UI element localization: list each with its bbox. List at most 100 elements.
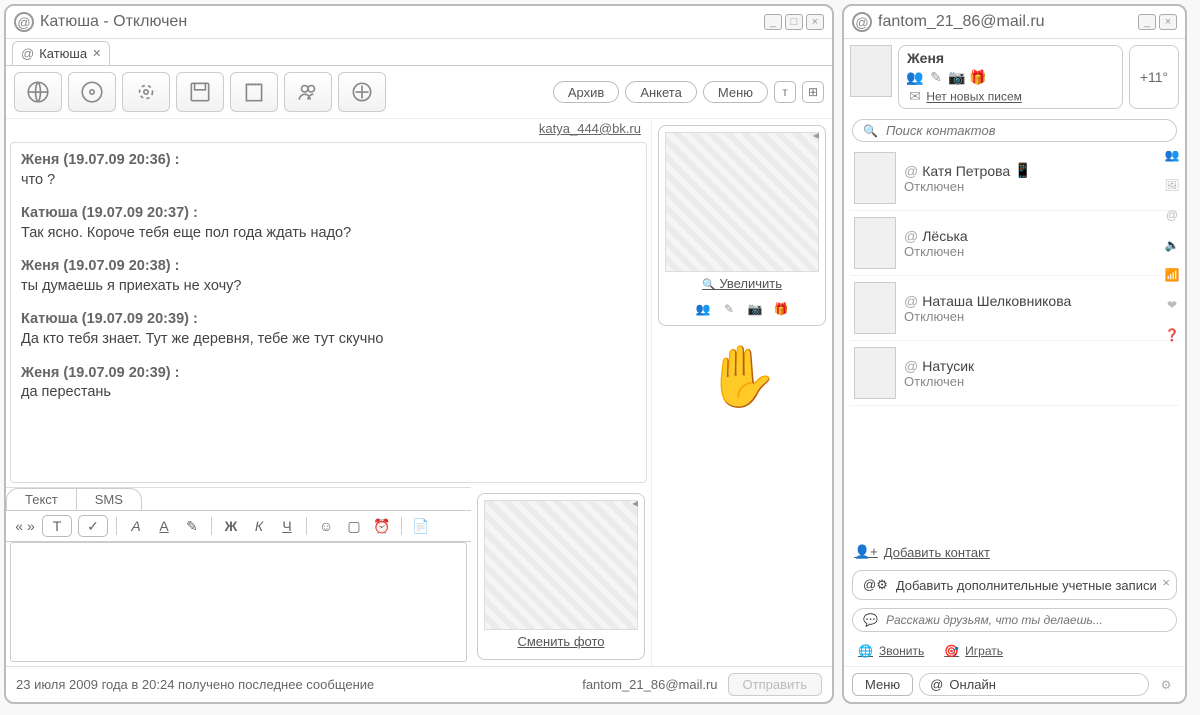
spellcheck-button[interactable]: ✓ (78, 515, 108, 537)
at-icon: @ (904, 163, 918, 179)
my-avatar-card: ◂ Сменить фото (477, 493, 645, 660)
decoration-hand-icon: ✋ (658, 336, 826, 416)
minimize-button[interactable]: _ (1138, 14, 1156, 30)
chat-titlebar: @ Катюша - Отключен _ □ × (6, 6, 832, 39)
enlarge-link[interactable]: 🔍 Увеличить (665, 272, 819, 295)
profile-row: Женя 👥 ✎ 📷 🎁 ✉ Нет новых писем +11° (844, 39, 1185, 115)
send-button[interactable]: Отправить (728, 673, 822, 696)
compose-tab-sms[interactable]: SMS (76, 488, 142, 510)
action-people-icon[interactable]: 👥 (693, 299, 713, 319)
side-photo-icon[interactable]: 🖼 (1163, 176, 1179, 194)
grid-button[interactable]: ⊞ (802, 81, 824, 103)
side-rss-icon[interactable]: 📶 (1163, 266, 1179, 284)
weather-box[interactable]: +11° (1129, 45, 1179, 109)
close-button[interactable]: × (1159, 14, 1177, 30)
contact-item[interactable]: @Лёська Отключен (850, 211, 1179, 276)
profile-button[interactable]: Анкета (625, 81, 697, 103)
action-row: 🌐Звонить 🎯Играть (844, 636, 1185, 666)
contact-name: Натусик (922, 358, 974, 374)
toolbar-globe-button[interactable] (14, 72, 62, 112)
toolbar-notes-button[interactable] (230, 72, 278, 112)
action-gift-icon[interactable]: 🎁 (771, 299, 791, 319)
chat-log[interactable]: Женя (19.07.09 20:36) :что ? Катюша (19.… (10, 142, 647, 483)
toolbar-save-button[interactable] (176, 72, 224, 112)
close-tab-icon[interactable]: ✕ (92, 47, 101, 60)
add-account-box[interactable]: @⚙ Добавить дополнительные учетные запис… (852, 570, 1177, 600)
note-icon[interactable]: 📄 (410, 515, 432, 537)
side-heart-icon[interactable]: ❤ (1163, 296, 1179, 314)
profile-avatar[interactable] (850, 45, 892, 97)
side-at-icon[interactable]: @ (1163, 206, 1179, 224)
call-link[interactable]: 🌐Звонить (858, 644, 924, 658)
gift-icon[interactable]: 🎁 (970, 69, 986, 85)
menu-button[interactable]: Меню (703, 81, 768, 103)
emoji-button[interactable]: ☺ (315, 515, 337, 537)
list-titlebar: @ fantom_21_86@mail.ru _ × (844, 6, 1185, 39)
chat-status-bar: 23 июля 2009 года в 20:24 получено после… (6, 666, 832, 702)
presence-dropdown[interactable]: @ Онлайн (919, 673, 1149, 696)
presence-label: Онлайн (949, 677, 996, 692)
edit-icon[interactable]: ✎ (928, 69, 944, 85)
msg-header: Женя (19.07.09 20:38) : (21, 257, 636, 277)
collapse-icon[interactable]: ◂ (632, 496, 638, 510)
change-photo-link[interactable]: Сменить фото (484, 630, 638, 653)
list-menu-button[interactable]: Меню (852, 673, 913, 696)
contact-side-panel: ◂ 🔍 Увеличить 👥 ✎ 📷 🎁 ✋ (652, 119, 832, 666)
action-camera-icon[interactable]: 📷 (745, 299, 765, 319)
settings-button[interactable]: ⚙ (1155, 674, 1177, 696)
toolbar-target-button[interactable] (122, 72, 170, 112)
status-input[interactable] (886, 613, 1166, 627)
contact-name: Лёська (922, 228, 968, 244)
collapse-icon[interactable]: ◂ (813, 128, 819, 142)
italic-button[interactable]: К (248, 515, 270, 537)
archive-button[interactable]: Архив (553, 81, 619, 103)
msg-header: Женя (19.07.09 20:39) : (21, 364, 636, 384)
close-icon[interactable]: × (1162, 575, 1170, 590)
pencil-icon[interactable]: ✎ (181, 515, 203, 537)
play-link[interactable]: 🎯Играть (944, 644, 1003, 658)
speech-icon: 💬 (863, 613, 878, 627)
add-account-label: Добавить дополнительные учетные записи (896, 578, 1157, 593)
add-contact-link[interactable]: 👤+ Добавить контакт (854, 544, 1175, 560)
contact-item[interactable]: @Наташа Шелковникова Отключен (850, 276, 1179, 341)
contact-item[interactable]: @Натусик Отключен (850, 341, 1179, 406)
underline-button[interactable]: Ч (276, 515, 298, 537)
contact-name: Катя Петрова (922, 163, 1010, 179)
contact-search[interactable]: 🔍 (852, 119, 1177, 142)
search-input[interactable] (886, 123, 1166, 138)
text-mode-button[interactable]: T (42, 515, 72, 537)
action-edit-icon[interactable]: ✎ (719, 299, 739, 319)
side-people-icon[interactable]: 👥 (1163, 146, 1179, 164)
clock-icon[interactable]: ⏰ (371, 515, 393, 537)
separator (306, 517, 307, 535)
camera-icon[interactable]: 📷 (949, 69, 965, 85)
contact-status: Отключен (904, 309, 1175, 324)
chat-tab[interactable]: @ Катюша ✕ (12, 41, 110, 65)
maximize-button[interactable]: □ (785, 14, 803, 30)
people-icon[interactable]: 👥 (907, 69, 923, 85)
mail-link[interactable]: Нет новых писем (926, 90, 1022, 104)
bold-button[interactable]: Ж (220, 515, 242, 537)
toolbar-gift-button[interactable] (338, 72, 386, 112)
mute-button[interactable]: т (774, 81, 796, 103)
side-help-icon[interactable]: ❓ (1163, 326, 1179, 344)
contact-email[interactable]: katya_444@bk.ru (539, 121, 641, 136)
toolbar-people-button[interactable] (284, 72, 332, 112)
message-input[interactable] (10, 542, 467, 662)
quote-button[interactable]: « » (14, 515, 36, 537)
compose-tab-text[interactable]: Текст (6, 488, 77, 510)
color-button[interactable]: A (153, 515, 175, 537)
close-button[interactable]: × (806, 14, 824, 30)
tv-icon[interactable]: ▢ (343, 515, 365, 537)
contact-item[interactable]: @Катя Петрова 📱 Отключен (850, 146, 1179, 211)
side-sound-icon[interactable]: 🔈 (1163, 236, 1179, 254)
font-button[interactable]: A (125, 515, 147, 537)
play-icon: 🎯 (944, 644, 959, 658)
msg-body: Да кто тебя знает. Тут же деревня, тебе … (21, 330, 636, 350)
minimize-button[interactable]: _ (764, 14, 782, 30)
status-input-box[interactable]: 💬 (852, 608, 1177, 632)
contacts-list[interactable]: @Катя Петрова 📱 Отключен @Лёська Отключе… (850, 146, 1179, 538)
contact-avatar (854, 282, 896, 334)
list-window-title: fantom_21_86@mail.ru (878, 13, 1138, 31)
toolbar-disc-button[interactable] (68, 72, 116, 112)
